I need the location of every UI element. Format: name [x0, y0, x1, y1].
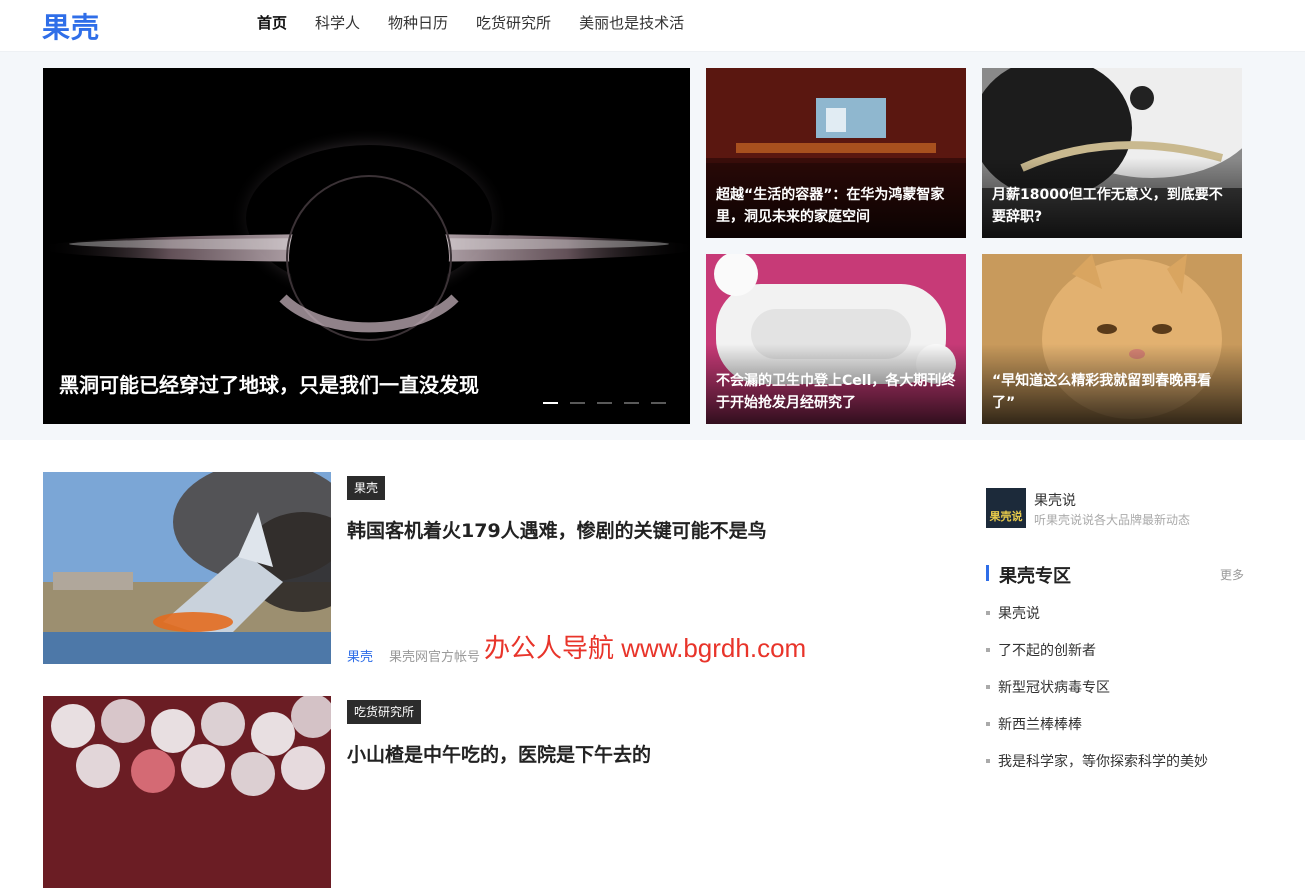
more-link[interactable]: 更多: [1220, 566, 1244, 583]
top-navbar: 果壳 首页 科学人 物种日历 吃货研究所 美丽也是技术活: [0, 0, 1305, 52]
section-title: 果壳专区: [999, 566, 1071, 587]
article-tag[interactable]: 吃货研究所: [347, 700, 422, 724]
article-thumbnail[interactable]: [43, 472, 331, 664]
hero-main-slide[interactable]: 黑洞可能已经穿过了地球，只是我们一直没发现: [43, 68, 690, 424]
sidebar-item-label: 新型冠状病毒专区: [998, 680, 1110, 696]
bullet-icon: [986, 759, 990, 763]
sidebar-item-label: 新西兰棒棒棒: [998, 717, 1082, 733]
carousel-dot-2[interactable]: [570, 402, 585, 404]
sidebar-section-header: 果壳专区 更多: [986, 562, 1244, 587]
article-item: 吃货研究所 小山楂是中午吃的，医院是下午去的: [43, 696, 943, 888]
sidebar-item-innovators[interactable]: 了不起的创新者: [986, 637, 1244, 674]
hero-section: 黑洞可能已经穿过了地球，只是我们一直没发现 超越“生活的容器”：在华为鸿蒙智家里…: [0, 52, 1305, 440]
article-author-desc: 果壳网官方帐号: [389, 650, 481, 665]
carousel-dot-1[interactable]: [543, 402, 558, 404]
carousel-dot-3[interactable]: [597, 402, 612, 404]
nav-item-foodie-lab[interactable]: 吃货研究所: [476, 12, 551, 34]
hero-card-1[interactable]: 超越“生活的容器”：在华为鸿蒙智家里，洞见未来的家庭空间: [706, 68, 966, 238]
carousel-dot-4[interactable]: [624, 402, 639, 404]
nav-item-scientist[interactable]: 科学人: [315, 12, 360, 34]
sidebar-item-scientist[interactable]: 我是科学家，等你探索科学的美妙: [986, 748, 1244, 785]
sidebar-item-covid[interactable]: 新型冠状病毒专区: [986, 674, 1244, 711]
hero-card-title[interactable]: “早知道这么精彩我就留到春晚再看了”: [992, 370, 1232, 414]
sidebar-item-label: 果壳说: [998, 606, 1040, 622]
bullet-icon: [986, 722, 990, 726]
article-title[interactable]: 韩国客机着火179人遇难，惨剧的关键可能不是鸟: [347, 516, 767, 543]
hero-card-title[interactable]: 月薪18000但工作无意义，到底要不要辞职?: [992, 184, 1232, 228]
hero-card-3[interactable]: 不会漏的卫生巾登上Cell，各大期刊终于开始抢发月经研究了: [706, 254, 966, 424]
sidebar-list: 果壳说 了不起的创新者 新型冠状病毒专区 新西兰棒棒棒 我是科学家，等你探索科学…: [986, 600, 1244, 785]
site-logo[interactable]: 果壳: [42, 6, 100, 46]
hero-main-title[interactable]: 黑洞可能已经穿过了地球，只是我们一直没发现: [59, 369, 479, 398]
nav-item-beauty-tech[interactable]: 美丽也是技术活: [579, 12, 684, 34]
brand-description: 听果壳说说各大品牌最新动态: [1034, 513, 1191, 527]
bullet-icon: [986, 611, 990, 615]
hero-card-4[interactable]: “早知道这么精彩我就留到春晚再看了”: [982, 254, 1242, 424]
hero-card-2[interactable]: 月薪18000但工作无意义，到底要不要辞职?: [982, 68, 1242, 238]
nav-item-species-calendar[interactable]: 物种日历: [388, 12, 448, 34]
sidebar-item-label: 我是科学家，等你探索科学的美妙: [998, 754, 1208, 770]
article-title[interactable]: 小山楂是中午吃的，医院是下午去的: [347, 740, 651, 767]
hero-card-title[interactable]: 超越“生活的容器”：在华为鸿蒙智家里，洞见未来的家庭空间: [716, 184, 956, 228]
brand-logo: 果壳说: [986, 488, 1026, 528]
article-tag[interactable]: 果壳: [347, 476, 386, 500]
bullet-icon: [986, 685, 990, 689]
carousel-indicators: [543, 402, 666, 404]
sidebar-item-label: 了不起的创新者: [998, 643, 1096, 659]
hawthorn-image: [43, 696, 331, 888]
sidebar-item-guokr-says[interactable]: 果壳说: [986, 600, 1244, 637]
plane-crash-image: [43, 472, 331, 664]
brand-name[interactable]: 果壳说: [1034, 490, 1076, 510]
section-accent-bar: [986, 565, 989, 581]
sidebar-item-new-zealand[interactable]: 新西兰棒棒棒: [986, 711, 1244, 748]
nav-item-home[interactable]: 首页: [257, 12, 287, 34]
bullet-icon: [986, 648, 990, 652]
watermark-text: 办公人导航 www.bgrdh.com: [484, 633, 807, 663]
article-thumbnail[interactable]: [43, 696, 331, 888]
carousel-dot-5[interactable]: [651, 402, 666, 404]
main-nav: 首页 科学人 物种日历 吃货研究所 美丽也是技术活: [257, 12, 684, 34]
hero-card-title[interactable]: 不会漏的卫生巾登上Cell，各大期刊终于开始抢发月经研究了: [716, 370, 956, 414]
article-author[interactable]: 果壳: [347, 646, 373, 665]
